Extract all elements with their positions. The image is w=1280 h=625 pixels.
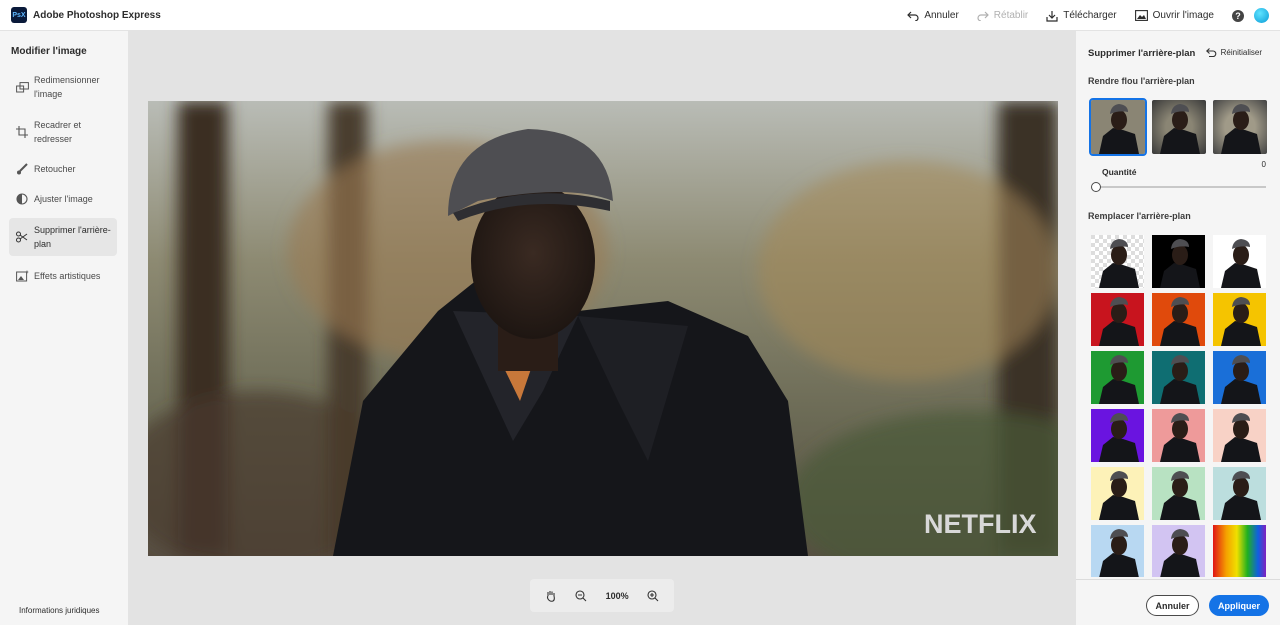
replace-section-label: Remplacer l'arrière-plan xyxy=(1088,211,1191,221)
undo-icon xyxy=(907,11,919,21)
download-label: Télécharger xyxy=(1063,10,1117,21)
zoom-in-icon[interactable] xyxy=(647,589,659,602)
right-panel: Supprimer l'arrière-plan Réinitialiser R… xyxy=(1076,31,1280,625)
blur-option-none[interactable] xyxy=(1089,98,1147,156)
blur-option-strong[interactable] xyxy=(1213,100,1267,154)
panel-footer: Annuler Appliquer xyxy=(1076,579,1280,625)
background-swatch[interactable] xyxy=(1152,293,1205,346)
nav-item-resize[interactable]: Redimensionner l'image xyxy=(9,71,117,103)
nav-label: Retoucher xyxy=(34,164,76,174)
background-swatch-grid xyxy=(1091,235,1268,577)
edited-photo[interactable]: NETFLIX xyxy=(148,101,1058,556)
nav-item-effects[interactable]: Effets artistiques xyxy=(9,266,117,286)
undo-label: Annuler xyxy=(924,10,959,21)
background-swatch[interactable] xyxy=(1213,467,1266,520)
app-logo: PsX xyxy=(11,7,27,23)
background-swatch[interactable] xyxy=(1091,409,1144,462)
nav-item-crop[interactable]: Recadrer et redresser xyxy=(9,116,117,148)
nav-item-remove-background[interactable]: Supprimer l'arrière-plan xyxy=(9,218,117,256)
background-swatch[interactable] xyxy=(1213,235,1266,288)
avatar[interactable] xyxy=(1254,8,1269,23)
background-swatch[interactable] xyxy=(1091,293,1144,346)
netflix-watermark: NETFLIX xyxy=(924,509,1037,539)
redo-button[interactable]: Rétablir xyxy=(977,10,1028,21)
redo-icon xyxy=(977,11,989,21)
quantity-slider-handle[interactable] xyxy=(1091,182,1101,192)
apply-button[interactable]: Appliquer xyxy=(1209,595,1269,616)
resize-icon xyxy=(15,80,29,94)
undo-button[interactable]: Annuler xyxy=(907,10,959,21)
effects-icon xyxy=(15,269,29,283)
legal-link[interactable]: Informations juridiques xyxy=(19,606,99,615)
download-icon xyxy=(1046,10,1058,22)
left-sidebar: Modifier l'image Redimensionner l'image … xyxy=(0,31,128,625)
adjust-icon xyxy=(15,192,29,206)
background-swatch[interactable] xyxy=(1091,525,1144,577)
background-swatch[interactable] xyxy=(1091,351,1144,404)
nav-label: Supprimer l'arrière-plan xyxy=(34,225,111,249)
zoom-out-icon[interactable] xyxy=(575,589,587,602)
hand-icon[interactable] xyxy=(545,589,557,602)
crop-icon xyxy=(15,125,29,139)
background-swatch[interactable] xyxy=(1213,351,1266,404)
background-swatch[interactable] xyxy=(1213,293,1266,346)
background-swatch[interactable] xyxy=(1152,525,1205,577)
image-icon xyxy=(1134,10,1148,21)
top-bar: PsX Adobe Photoshop Express Annuler Réta… xyxy=(0,0,1280,31)
background-swatch[interactable] xyxy=(1091,467,1144,520)
background-swatch[interactable] xyxy=(1152,467,1205,520)
nav-label: Ajuster l'image xyxy=(34,194,93,204)
background-swatch[interactable] xyxy=(1152,409,1205,462)
blur-section-label: Rendre flou l'arrière-plan xyxy=(1088,76,1195,86)
photo-illustration: NETFLIX xyxy=(148,101,1058,556)
cancel-button[interactable]: Annuler xyxy=(1146,595,1199,616)
reset-label: Réinitialiser xyxy=(1220,48,1262,57)
open-image-label: Ouvrir l'image xyxy=(1152,10,1214,21)
help-icon[interactable]: ? xyxy=(1232,9,1244,22)
reset-icon xyxy=(1205,48,1216,57)
nav-label: Recadrer et redresser xyxy=(34,120,82,144)
brush-icon xyxy=(15,162,29,176)
reset-button[interactable]: Réinitialiser xyxy=(1205,48,1262,57)
nav-item-retouch[interactable]: Retoucher xyxy=(9,159,117,179)
nav-label: Redimensionner l'image xyxy=(34,75,100,99)
blur-option-medium[interactable] xyxy=(1152,100,1206,154)
quantity-value: 0 xyxy=(1261,160,1266,169)
scissors-icon xyxy=(15,230,29,244)
background-swatch[interactable] xyxy=(1152,235,1205,288)
zoom-level: 100% xyxy=(605,590,629,601)
nav-label: Effets artistiques xyxy=(34,271,101,281)
zoom-controls: 100% xyxy=(530,579,674,612)
panel-title: Supprimer l'arrière-plan xyxy=(1088,48,1196,59)
left-panel-title: Modifier l'image xyxy=(11,46,87,57)
canvas-area: NETFLIX 100% xyxy=(128,31,1076,625)
download-button[interactable]: Télécharger xyxy=(1046,10,1117,22)
background-swatch[interactable] xyxy=(1152,351,1205,404)
quantity-label: Quantité xyxy=(1102,167,1137,177)
quantity-slider-track[interactable] xyxy=(1098,186,1266,188)
background-swatch[interactable] xyxy=(1213,525,1266,577)
open-image-button[interactable]: Ouvrir l'image xyxy=(1134,10,1214,21)
redo-label: Rétablir xyxy=(993,10,1029,21)
app-title: Adobe Photoshop Express xyxy=(33,9,161,21)
background-swatch[interactable] xyxy=(1091,235,1144,288)
nav-item-adjust[interactable]: Ajuster l'image xyxy=(9,189,117,209)
background-swatch[interactable] xyxy=(1213,409,1266,462)
